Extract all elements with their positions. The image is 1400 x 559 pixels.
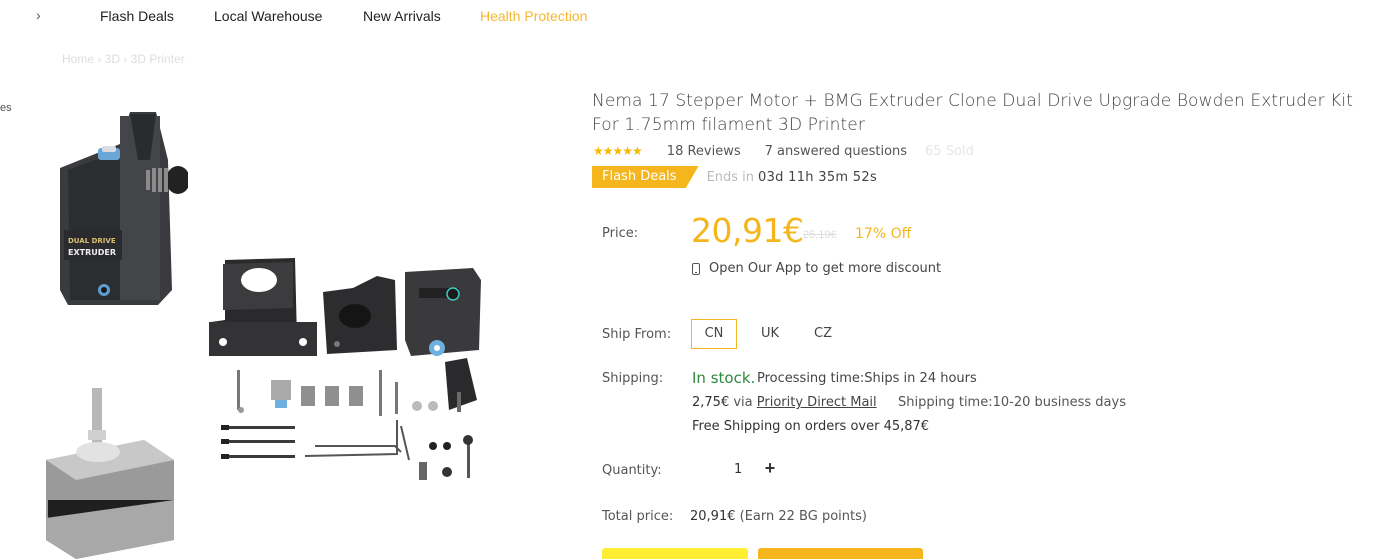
buy-now-button[interactable] [758,548,923,559]
product-main-image[interactable] [205,250,505,490]
app-promo-text: Open Our App to get more discount [709,261,942,276]
original-price: 25,19€ [803,229,837,241]
shipping-via: via [733,395,753,410]
ship-from-option-cz[interactable]: CZ [808,319,838,349]
breadcrumb[interactable]: Home › 3D › 3D Printer [62,52,185,66]
nav-local-warehouse[interactable]: Local Warehouse [214,8,322,24]
sold-count: 65 Sold [925,143,974,159]
processing-time: Processing time:Ships in 24 hours [757,371,977,386]
chevron-right-icon[interactable]: › [36,7,41,23]
countdown-timer: 03d 11h 35m 52s [758,169,878,185]
ship-from-option-cn[interactable]: CN [691,319,737,349]
ship-from-option-uk[interactable]: UK [754,319,786,349]
flash-deals-badge: Flash Deals [592,166,699,188]
stock-status: In stock. [692,369,756,387]
total-price: 20,91€ (Earn 22 BG points) [690,509,867,524]
extruder-brand-text-2: EXTRUDER [68,248,116,257]
product-meta: ★★★★★ 18 Reviews 7 answered questions 65… [593,143,974,159]
shipping-method-link[interactable]: Priority Direct Mail [757,395,877,410]
nav-health-protection[interactable]: Health Protection [480,8,587,24]
current-price: 20,91€ [691,211,804,250]
reviews-link[interactable]: 18 Reviews [667,144,741,159]
extruder-parts-image [209,258,481,480]
shipping-label: Shipping: [602,371,664,386]
shipping-cost: 2,75€ via Priority Direct Mail [692,395,877,410]
nav-flash-deals[interactable]: Flash Deals [100,8,174,24]
stepper-motor-image[interactable] [46,388,174,559]
product-title: Nema 17 Stepper Motor + BMG Extruder Clo… [592,91,1354,135]
nav-new-arrivals[interactable]: New Arrivals [363,8,441,24]
total-price-label: Total price: [602,509,674,524]
product-thumbnail-column[interactable]: DUAL DRIVE EXTRUDER [28,100,188,559]
app-discount-promo[interactable]: Open Our App to get more discount [692,261,941,276]
questions-link[interactable]: 7 answered questions [765,144,907,159]
shipping-time: Shipping time:10-20 business days [898,395,1126,410]
mobile-phone-icon [692,262,700,275]
price-label: Price: [602,226,639,241]
shipping-price: 2,75€ [692,395,730,410]
ends-in-label: Ends in [706,169,755,185]
quantity-label: Quantity: [602,463,662,478]
flash-deal-row: Flash Deals Ends in 03d 11h 35m 52s [592,166,877,188]
extruder-brand-text: DUAL DRIVE [68,237,116,245]
ship-from-label: Ship From: [602,327,672,342]
product-thumbnails: DUAL DRIVE EXTRUDER [46,112,188,559]
add-to-cart-button[interactable] [602,548,748,559]
quantity-input[interactable]: 1 [734,462,742,477]
rating-stars-icon[interactable]: ★★★★★ [593,144,643,158]
free-shipping-note: Free Shipping on orders over 45,87€ [692,419,930,434]
total-price-value: 20,91€ [690,509,736,524]
sidebar-fragment: es [0,102,12,114]
quantity-plus-button[interactable]: + [763,458,777,478]
top-nav: › Flash Deals Local Warehouse New Arriva… [0,0,1400,34]
discount-percent: 17% Off [855,226,912,242]
extruder-image[interactable]: DUAL DRIVE EXTRUDER [60,112,188,305]
bg-points-note: (Earn 22 BG points) [739,509,867,524]
